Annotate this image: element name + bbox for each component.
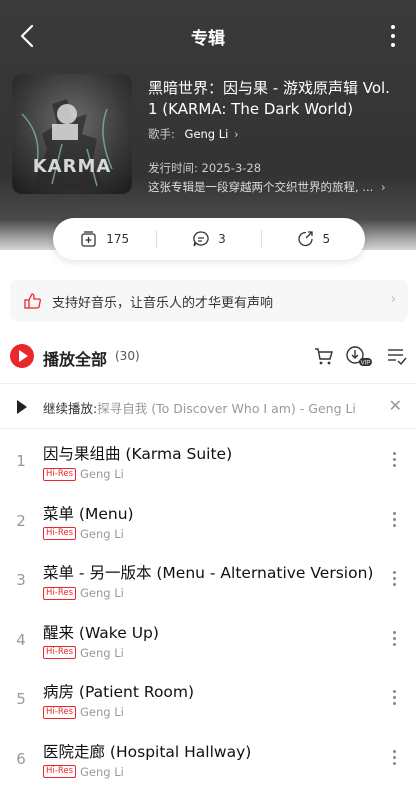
- comment-button[interactable]: 3: [157, 230, 260, 248]
- track-title: 醒来 (Wake Up): [43, 623, 159, 642]
- track-number: 6: [16, 749, 26, 768]
- top-bar: 专辑: [0, 14, 416, 58]
- track-title: 菜单 (Menu): [43, 504, 134, 523]
- artist-row[interactable]: 歌手: Geng Li ›: [148, 126, 239, 142]
- hires-badge: Hi-Res: [43, 646, 77, 659]
- track-subtitle: Hi-Res Geng Li: [43, 646, 124, 660]
- track-artist: Geng Li: [80, 645, 124, 660]
- chevron-right-icon: ›: [390, 292, 396, 307]
- hires-badge: Hi-Res: [43, 765, 77, 778]
- track-title: 医院走廊 (Hospital Hallway): [43, 742, 252, 761]
- resume-text: 继续播放:探寻自我 (To Discover Who I am) - Geng …: [43, 398, 377, 417]
- artist-name[interactable]: Geng Li: [185, 127, 229, 141]
- collect-count: 175: [106, 232, 130, 246]
- track-artist: Geng Li: [80, 526, 124, 541]
- album-cover[interactable]: KARMA: [12, 74, 132, 194]
- track-row[interactable]: 2 菜单 (Menu) Hi-Res Geng Li: [0, 492, 416, 552]
- collect-button[interactable]: 175: [53, 230, 156, 248]
- track-artist: Geng Li: [80, 467, 124, 481]
- track-count: (30): [115, 349, 140, 363]
- more-icon[interactable]: [392, 630, 396, 651]
- track-subtitle: Hi-Res Geng Li: [43, 765, 124, 779]
- track-subtitle: Hi-Res Geng Li: [43, 586, 124, 600]
- cover-text: KARMA: [32, 156, 112, 177]
- track-row[interactable]: 1 因与果组曲 (Karma Suite) Hi-Res Geng Li: [0, 432, 416, 492]
- track-subtitle: Hi-Res Geng Li: [43, 527, 124, 541]
- description-text: 这张专辑是一段穿越两个交织世界的旅程, ...: [148, 180, 374, 194]
- support-banner[interactable]: 支持好音乐，让音乐人的才华更有声响 ›: [10, 280, 408, 322]
- hires-badge: Hi-Res: [43, 527, 77, 540]
- track-artist: Geng Li: [80, 586, 124, 600]
- track-row[interactable]: 4 醒来 (Wake Up) Hi-Res Geng Li: [0, 611, 416, 671]
- track-title: 病房 (Patient Room): [43, 683, 195, 701]
- close-icon[interactable]: ✕: [389, 396, 402, 415]
- collect-icon: [81, 231, 96, 247]
- artist-label: 歌手:: [148, 127, 175, 141]
- play-all-label[interactable]: 播放全部: [43, 346, 107, 370]
- share-icon: [297, 231, 313, 247]
- chevron-right-icon: ›: [234, 127, 239, 141]
- support-text: 支持好音乐，让音乐人的才华更有声响: [52, 295, 274, 311]
- comment-count: 3: [218, 232, 226, 246]
- thumb-up-icon: [24, 293, 41, 309]
- vip-download-icon[interactable]: VIP: [344, 344, 374, 368]
- chevron-right-icon: ›: [380, 180, 386, 194]
- track-artist: Geng Li: [80, 705, 124, 719]
- resume-song: 探寻自我 (To Discover Who I am) - Geng Li: [97, 401, 356, 416]
- multi-select-icon[interactable]: [385, 344, 409, 368]
- track-number: 5: [16, 690, 26, 708]
- track-subtitle: Hi-Res Geng Li: [43, 467, 124, 481]
- share-count: 5: [322, 232, 331, 246]
- track-number: 2: [16, 511, 26, 530]
- track-number: 1: [16, 452, 26, 470]
- hires-badge: Hi-Res: [43, 705, 77, 719]
- track-number: 4: [16, 630, 26, 649]
- play-icon[interactable]: [17, 400, 27, 414]
- album-description[interactable]: 这张专辑是一段穿越两个交织世界的旅程, ... ›: [148, 179, 398, 195]
- album-stats: 175 3 5: [53, 218, 365, 260]
- more-icon[interactable]: [392, 690, 396, 710]
- cart-icon[interactable]: [312, 344, 336, 368]
- track-title: 菜单 - 另一版本 (Menu - Alternative Version): [43, 564, 374, 582]
- more-icon[interactable]: [392, 749, 396, 770]
- more-icon[interactable]: [392, 571, 396, 591]
- more-icon[interactable]: [392, 511, 396, 532]
- resume-playback-bar[interactable]: 继续播放:探寻自我 (To Discover Who I am) - Geng …: [0, 383, 416, 429]
- track-number: 3: [16, 571, 26, 589]
- play-all-icon[interactable]: [10, 344, 34, 368]
- more-icon[interactable]: [392, 452, 396, 472]
- album-title: 黑暗世界：因与果 - 游戏原声辑 Vol. 1 (KARMA: The Dark…: [148, 79, 390, 118]
- page-title: 专辑: [191, 29, 225, 49]
- more-icon[interactable]: [388, 22, 398, 50]
- track-artist: Geng Li: [80, 764, 124, 779]
- resume-label: 继续播放:: [43, 401, 98, 416]
- release-date: 发行时间: 2025-3-28: [148, 161, 262, 175]
- track-subtitle: Hi-Res Geng Li: [43, 705, 124, 719]
- track-title: 因与果组曲 (Karma Suite): [43, 445, 233, 463]
- play-all-bar: 播放全部 (30) VIP: [0, 338, 416, 378]
- hires-badge: Hi-Res: [43, 467, 77, 481]
- hires-badge: Hi-Res: [43, 586, 77, 600]
- track-row[interactable]: 5 病房 (Patient Room) Hi-Res Geng Li: [0, 670, 416, 730]
- svg-text:VIP: VIP: [361, 361, 371, 367]
- track-row[interactable]: 6 医院走廊 (Hospital Hallway) Hi-Res Geng Li: [0, 730, 416, 790]
- track-row[interactable]: 3 菜单 - 另一版本 (Menu - Alternative Version) H…: [0, 551, 416, 611]
- comment-icon: [193, 231, 209, 247]
- share-button[interactable]: 5: [262, 230, 365, 248]
